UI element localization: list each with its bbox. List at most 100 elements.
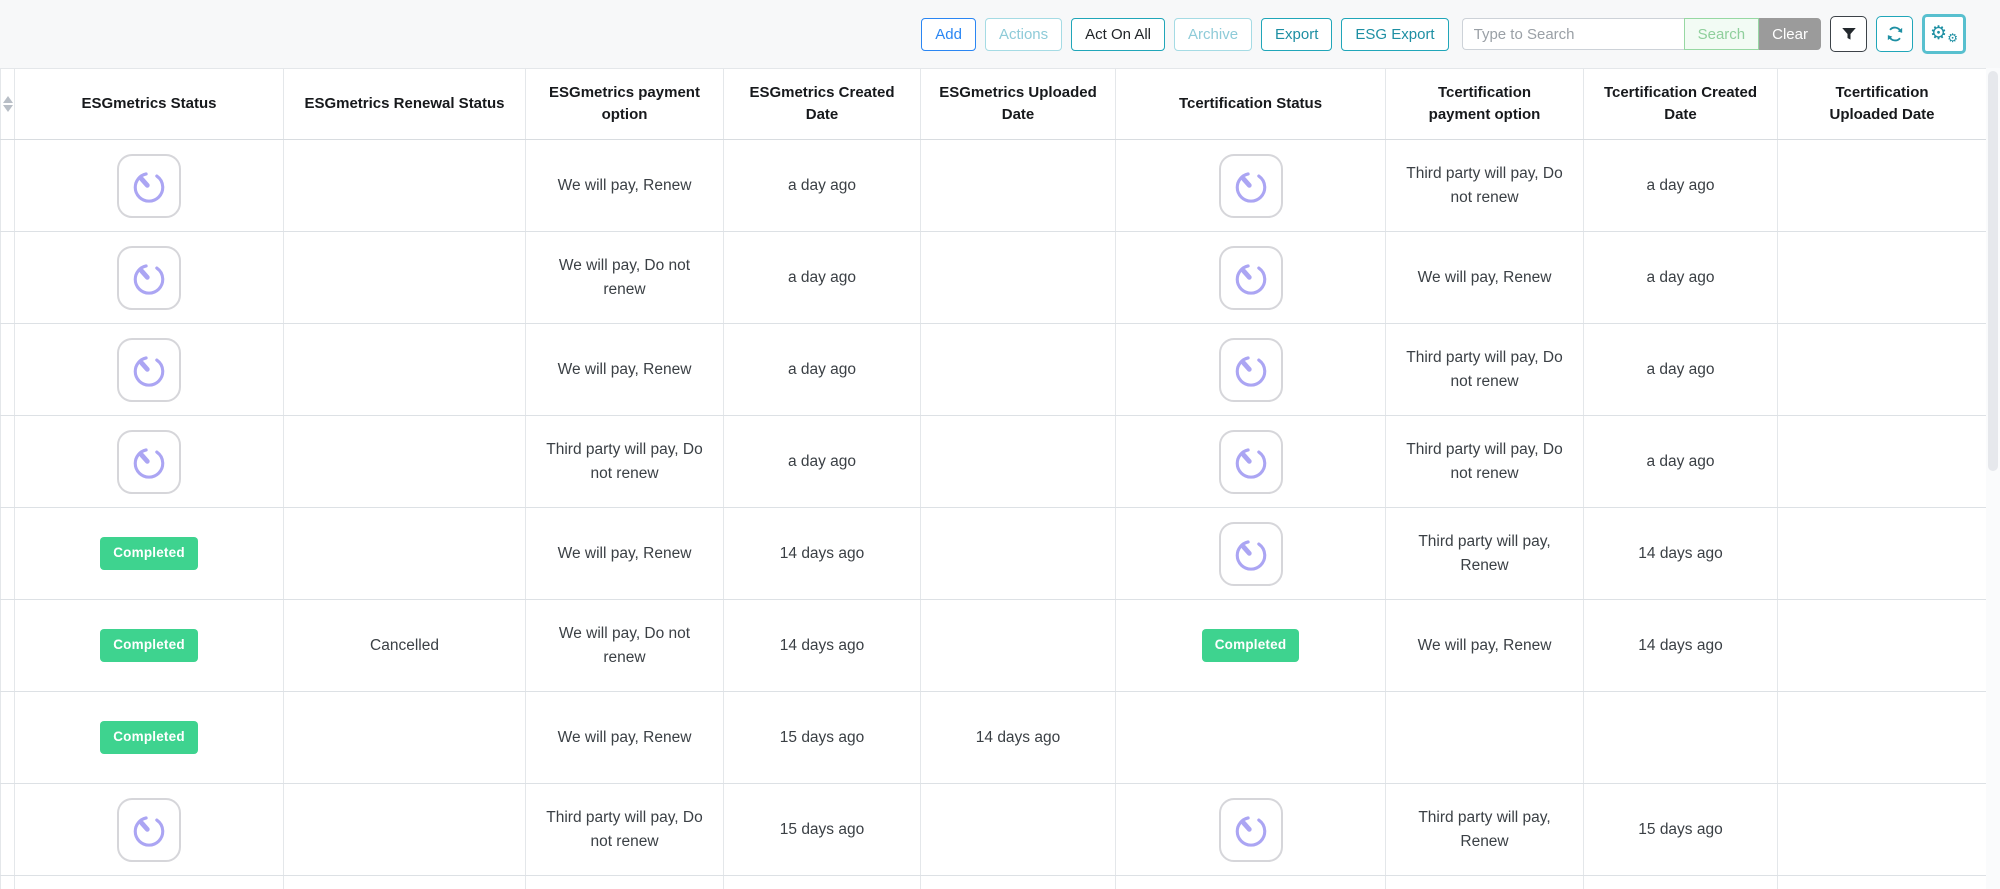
cell-tcert_created: 14 days ago (1583, 507, 1778, 600)
cell-esg_status (14, 231, 284, 324)
timer-icon (1235, 355, 1266, 387)
data-table: ESGmetrics Status ESGmetrics Renewal Stat… (0, 68, 1987, 889)
cell-sort (0, 599, 15, 692)
status-pending-box (1218, 245, 1283, 310)
cell-sort (0, 783, 15, 876)
cell-esg_created: a day ago (723, 323, 921, 416)
cell-tcert_status (1115, 875, 1386, 889)
cell-tcert_payment: Third party will pay, Do not renew (1385, 415, 1584, 508)
cell-tcert_uploaded (1777, 231, 1987, 324)
cell-esg_created: 14 days ago (723, 507, 921, 600)
cell-tcert_payment: We will pay, Renew (1385, 599, 1584, 692)
table-row: Completed We will pay, Renew 14 days ago T… (0, 507, 1987, 600)
cell-esg_payment: We will pay, Do not renew (525, 231, 724, 324)
cell-esg_created: a day ago (723, 139, 921, 232)
filter-button[interactable] (1830, 16, 1867, 52)
cell-esg_status (14, 415, 284, 508)
archive-button[interactable]: Archive (1174, 17, 1253, 51)
clear-button[interactable]: Clear (1759, 18, 1821, 50)
cell-sort (0, 507, 15, 600)
cell-tcert_payment (1385, 875, 1584, 889)
cell-esg_renewal (283, 415, 526, 508)
cell-esg_payment: We will pay, Renew (525, 139, 724, 232)
cell-tcert_uploaded (1777, 139, 1987, 232)
col-header-tcert_status: Tcertification Status (1115, 68, 1386, 140)
esg-export-button[interactable]: ESG Export (1341, 17, 1449, 51)
cell-tcert_status (1115, 783, 1386, 876)
vertical-scrollbar[interactable] (1986, 68, 2000, 889)
table-row: We will pay, Do not renew a day ago We wi… (0, 231, 1987, 324)
col-header-esg_payment: ESGmetrics payment option (525, 68, 724, 140)
cell-esg_status: Completed (14, 599, 284, 692)
cell-tcert_uploaded (1777, 507, 1987, 600)
cell-esg_uploaded (920, 507, 1116, 600)
status-pending-box (1218, 521, 1283, 586)
settings-button[interactable]: ⚙ ⚙ (1922, 14, 1966, 54)
scrollbar-thumb[interactable] (1988, 71, 1998, 471)
sort-desc-icon (2, 105, 13, 112)
cell-esg_uploaded (920, 875, 1116, 889)
col-header-tcert_created: Tcertification Created Date (1583, 68, 1778, 140)
cell-esg_status (14, 323, 284, 416)
timer-icon (1235, 263, 1266, 295)
cell-tcert_uploaded (1777, 875, 1987, 889)
cell-esg_renewal (283, 139, 526, 232)
cell-esg_uploaded (920, 139, 1116, 232)
table-row (0, 875, 1987, 889)
cell-esg_created: 15 days ago (723, 783, 921, 876)
filter-funnel-icon (1841, 28, 1856, 40)
cell-tcert_payment: Third party will pay, Do not renew (1385, 323, 1584, 416)
actions-button[interactable]: Actions (984, 17, 1063, 51)
cell-tcert_status (1115, 139, 1386, 232)
cell-sort (0, 415, 15, 508)
table-row: Completed We will pay, Renew 15 days ago 14… (0, 691, 1987, 784)
refresh-button[interactable] (1876, 16, 1913, 52)
cell-sort (0, 139, 15, 232)
col-header-esg_uploaded: ESGmetrics Uploaded Date (920, 68, 1116, 140)
cell-esg_renewal (283, 875, 526, 889)
search-group: Search Clear (1461, 18, 1821, 50)
cell-esg_renewal: Cancelled (283, 599, 526, 692)
cell-tcert_created (1583, 875, 1778, 889)
add-button[interactable]: Add (921, 17, 976, 51)
cell-esg_status (14, 783, 284, 876)
cell-esg_payment: We will pay, Renew (525, 323, 724, 416)
status-pending-box (1218, 429, 1283, 494)
cell-esg_uploaded: 14 days ago (920, 691, 1116, 784)
export-button[interactable]: Export (1261, 17, 1333, 51)
act-on-all-button[interactable]: Act On All (1071, 17, 1166, 51)
cell-esg_uploaded (920, 599, 1116, 692)
cell-esg_renewal (283, 323, 526, 416)
cell-sort (0, 875, 15, 889)
cell-tcert_created: 14 days ago (1583, 599, 1778, 692)
cell-tcert_payment (1385, 691, 1584, 784)
cell-tcert_uploaded (1777, 599, 1987, 692)
table-row: We will pay, Renew a day ago Third party … (0, 323, 1987, 416)
cell-tcert_payment: Third party will pay, Do not renew (1385, 139, 1584, 232)
col-header-esg_status: ESGmetrics Status (14, 68, 284, 140)
cell-tcert_uploaded (1777, 783, 1987, 876)
cell-esg_status: Completed (14, 507, 284, 600)
search-button[interactable]: Search (1683, 18, 1760, 50)
cell-tcert_created: a day ago (1583, 415, 1778, 508)
col-header-esg_renewal: ESGmetrics Renewal Status (283, 68, 526, 140)
table-row: We will pay, Renew a day ago Third party … (0, 139, 1987, 232)
status-pending-box (117, 797, 181, 862)
table-row: Third party will pay, Do not renew 15 day… (0, 783, 1987, 876)
col-header-sort[interactable] (0, 68, 15, 140)
completed-badge: Completed (100, 537, 198, 570)
completed-badge: Completed (100, 721, 198, 754)
cell-esg_payment (525, 875, 724, 889)
cell-esg_payment: Third party will pay, Do not renew (525, 415, 724, 508)
cell-tcert_status (1115, 507, 1386, 600)
app-screen: Add Actions Act On All Archive Export ES… (0, 0, 2000, 889)
timer-icon (1235, 815, 1266, 847)
cell-tcert_status (1115, 323, 1386, 416)
search-input[interactable] (1461, 18, 1684, 50)
cell-esg_created: 15 days ago (723, 691, 921, 784)
timer-icon (133, 815, 165, 847)
status-pending-box (1218, 153, 1283, 218)
cell-esg_status: Completed (14, 691, 284, 784)
status-pending-box (1218, 797, 1283, 862)
cell-esg_payment: We will pay, Renew (525, 507, 724, 600)
